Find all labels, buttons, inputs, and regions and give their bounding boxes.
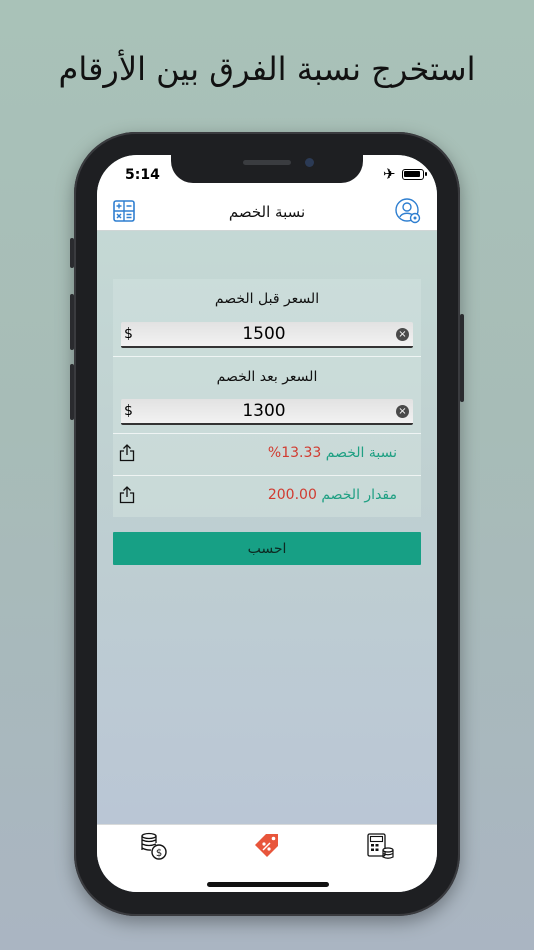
- price-before-label: السعر قبل الخصم: [214, 291, 320, 307]
- clear-icon[interactable]: ×: [396, 328, 409, 341]
- phone-mute-switch: [70, 238, 74, 268]
- battery-icon: [402, 169, 427, 180]
- coins-dollar-icon[interactable]: $: [139, 831, 169, 861]
- discount-percent-label: نسبة الخصم: [325, 445, 397, 461]
- share-icon[interactable]: [119, 444, 135, 462]
- discount-percent-row: نسبة الخصم 13.33%: [113, 433, 421, 475]
- currency-symbol: $: [124, 326, 133, 342]
- page-title: نسبة الخصم: [228, 203, 306, 221]
- price-after-label: السعر بعد الخصم: [216, 369, 318, 385]
- user-settings-icon[interactable]: [395, 198, 421, 224]
- speaker: [243, 160, 291, 165]
- discount-amount-label: مقدار الخصم: [321, 487, 397, 503]
- discount-percent-text: نسبة الخصم 13.33%: [268, 445, 397, 461]
- camera: [305, 158, 314, 167]
- currency-symbol: $: [124, 403, 133, 419]
- notch: [171, 155, 363, 183]
- calculate-button[interactable]: احسب: [113, 532, 421, 565]
- airplane-icon: ✈: [383, 165, 396, 183]
- status-time: 5:14: [125, 167, 160, 183]
- discount-form-card: السعر قبل الخصم $ × السعر بعد الخصم $ × …: [113, 279, 421, 517]
- nav-bar: نسبة الخصم: [97, 195, 437, 231]
- discount-tag-icon[interactable]: [252, 831, 282, 861]
- price-after-field: $ ×: [121, 399, 413, 425]
- discount-amount-text: مقدار الخصم 200.00: [268, 487, 397, 503]
- phone-volume-up: [70, 294, 74, 350]
- discount-amount-value: 200.00: [267, 487, 317, 503]
- tab-bar: $: [97, 824, 437, 892]
- price-before-input[interactable]: [141, 323, 387, 345]
- calculator-money-icon[interactable]: [365, 831, 395, 861]
- svg-text:$: $: [156, 848, 162, 859]
- clear-icon[interactable]: ×: [396, 405, 409, 418]
- home-indicator: [207, 882, 329, 887]
- share-icon[interactable]: [119, 486, 135, 504]
- discount-percent-value: 13.33%: [267, 445, 322, 461]
- price-before-field: $ ×: [121, 322, 413, 348]
- phone-volume-down: [70, 364, 74, 420]
- app-screen: 5:14 ✈ نسبة الخصم السعر قبل الخصم $ 1500…: [97, 155, 437, 892]
- divider: [113, 356, 421, 357]
- headline: استخرج نسبة الفرق بين الأرقام: [58, 50, 476, 88]
- discount-amount-row: مقدار الخصم 200.00: [113, 475, 421, 517]
- phone-power-button: [460, 314, 464, 402]
- price-after-input[interactable]: [141, 400, 387, 422]
